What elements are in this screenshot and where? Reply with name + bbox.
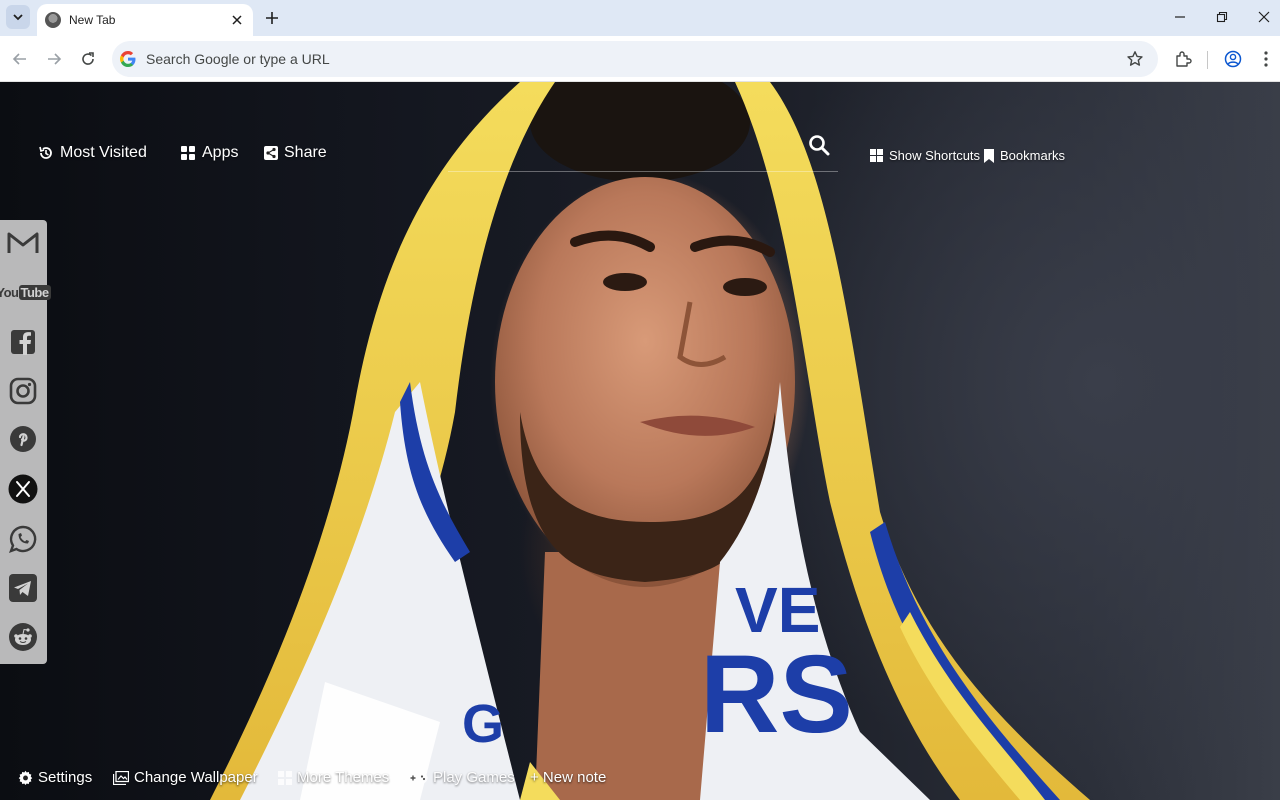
most-visited-label: Most Visited — [60, 144, 147, 161]
toolbar-divider — [1207, 51, 1208, 69]
back-icon — [12, 53, 26, 65]
tab-close-button[interactable] — [229, 12, 245, 28]
pinterest-link[interactable] — [4, 420, 42, 458]
x-icon — [8, 474, 38, 504]
reload-button[interactable] — [76, 47, 100, 71]
newtab-search-input[interactable] — [448, 136, 798, 166]
most-visited-link[interactable]: Most Visited — [38, 144, 147, 162]
apps-label: Apps — [202, 144, 239, 161]
bookmark-star-icon[interactable] — [1126, 50, 1144, 68]
share-label: Share — [284, 144, 327, 161]
settings-label: Settings — [38, 769, 93, 786]
minimize-icon — [1175, 16, 1185, 18]
back-button[interactable] — [8, 47, 32, 71]
telegram-link[interactable] — [4, 569, 42, 607]
wallpaper-icon — [113, 770, 129, 785]
plus-icon — [266, 12, 278, 24]
apps-link[interactable]: Apps — [180, 144, 238, 162]
close-icon — [232, 15, 242, 25]
share-icon — [264, 146, 278, 160]
gear-icon — [18, 770, 33, 785]
telegram-icon — [9, 574, 37, 602]
bookmarks-link[interactable]: Bookmarks — [984, 148, 1065, 163]
close-icon — [1258, 11, 1270, 23]
tab-title: New Tab — [69, 13, 116, 27]
themes-grid-icon — [278, 770, 292, 785]
bookmark-icon — [984, 148, 994, 163]
history-icon — [39, 146, 52, 159]
extensions-button[interactable] — [1171, 47, 1195, 71]
chevron-down-icon — [13, 14, 23, 21]
youtube-icon: YouTube — [0, 284, 51, 300]
avatar-favicon-icon — [45, 12, 61, 28]
more-themes-label: More Themes — [297, 769, 390, 786]
pinterest-icon — [10, 426, 36, 452]
change-wallpaper-label: Change Wallpaper — [134, 769, 258, 786]
wallpaper-image: VE RS G — [210, 82, 1090, 800]
tab-strip: New Tab — [0, 0, 1280, 36]
more-menu-button[interactable] — [1254, 47, 1278, 71]
apps-grid-icon — [181, 146, 195, 160]
tab-new-tab[interactable]: New Tab — [37, 4, 253, 36]
restore-icon — [1216, 11, 1228, 23]
shortcuts-grid-icon — [870, 149, 883, 162]
close-window-button[interactable] — [1246, 4, 1280, 30]
instagram-icon — [9, 377, 37, 405]
play-games-link[interactable]: Play Games — [408, 769, 515, 786]
whatsapp-link[interactable] — [4, 520, 42, 558]
bookmarks-label: Bookmarks — [1000, 148, 1066, 163]
show-shortcuts-link[interactable]: Show Shortcuts — [870, 148, 980, 163]
new-tab-button[interactable] — [260, 6, 284, 30]
facebook-link[interactable] — [4, 323, 42, 361]
omnibox-input[interactable] — [146, 51, 1158, 67]
share-link[interactable]: Share — [264, 144, 327, 162]
extensions-icon — [1176, 51, 1192, 67]
gamepad-icon — [408, 772, 428, 783]
reddit-link[interactable] — [4, 618, 42, 656]
gmail-icon — [7, 232, 39, 253]
towel-text-g: G — [462, 694, 504, 754]
forward-button[interactable] — [42, 47, 66, 71]
address-bar[interactable] — [112, 41, 1158, 77]
instagram-link[interactable] — [4, 372, 42, 410]
search-icon[interactable] — [808, 134, 830, 156]
x-link[interactable] — [4, 470, 42, 508]
reload-icon — [82, 52, 94, 65]
settings-link[interactable]: Settings — [18, 769, 92, 786]
change-wallpaper-link[interactable]: Change Wallpaper — [113, 769, 258, 786]
reddit-icon — [9, 623, 37, 651]
new-note-label: + New note — [530, 769, 607, 786]
profile-icon — [1224, 50, 1242, 68]
more-menu-icon — [1264, 51, 1268, 67]
new-tab-page: VE RS G Most Visited Apps Share Show Sho… — [0, 82, 1280, 800]
facebook-icon — [11, 330, 35, 355]
new-note-link[interactable]: + New note — [530, 769, 606, 786]
newtab-search — [448, 130, 838, 172]
profile-button[interactable] — [1221, 47, 1245, 71]
social-sidebar: YouTube — [0, 220, 51, 664]
google-icon — [120, 51, 136, 67]
whatsapp-icon — [8, 525, 37, 554]
play-games-label: Play Games — [433, 769, 515, 786]
forward-icon — [48, 53, 62, 65]
gmail-link[interactable] — [4, 224, 42, 262]
more-themes-link[interactable]: More Themes — [278, 769, 389, 786]
tab-search-button[interactable] — [6, 5, 30, 29]
browser-toolbar — [0, 36, 1280, 82]
towel-text-rs: RS — [700, 633, 853, 756]
youtube-link[interactable]: YouTube — [0, 273, 51, 311]
show-shortcuts-label: Show Shortcuts — [889, 148, 981, 163]
minimize-button[interactable] — [1162, 4, 1198, 30]
restore-button[interactable] — [1204, 4, 1240, 30]
